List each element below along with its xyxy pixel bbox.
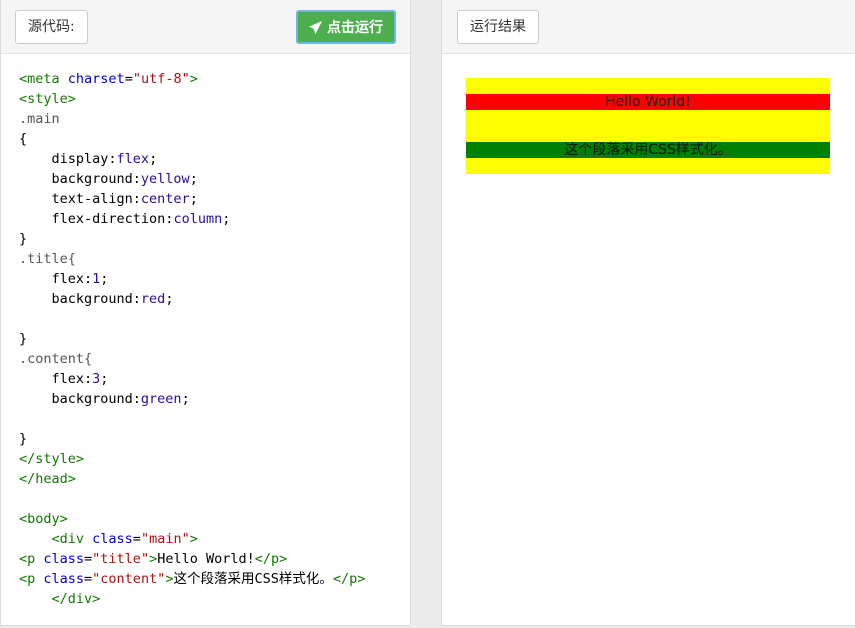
code-token: display: <box>19 151 117 167</box>
result-content-paragraph: 这个段落采用CSS样式化。 <box>466 142 830 158</box>
paper-plane-icon <box>309 20 322 34</box>
code-token: <p <box>19 571 44 587</box>
run-button-label: 点击运行 <box>327 20 383 36</box>
code-token: = <box>84 571 93 587</box>
source-code-button[interactable]: 源代码: <box>15 10 88 44</box>
code-token: = <box>124 71 133 87</box>
code-token: Hello World! <box>157 551 255 567</box>
code-token: charset <box>67 71 125 87</box>
code-token: .main <box>19 111 60 127</box>
code-token: .title{ <box>19 251 76 267</box>
code-token: } <box>19 331 28 347</box>
code-token: column <box>173 211 223 227</box>
code-token: > <box>149 551 158 567</box>
code-token: class <box>92 531 133 547</box>
code-token: <body> <box>19 511 68 527</box>
code-token: text-align: <box>19 191 141 207</box>
code-token: { <box>19 131 28 147</box>
code-token: </p> <box>332 571 366 587</box>
code-token: green <box>140 391 182 407</box>
code-token: ; <box>100 371 109 387</box>
code-token: "utf-8" <box>132 71 190 87</box>
code-token: > <box>189 531 198 547</box>
run-button[interactable]: 点击运行 <box>296 10 396 44</box>
code-token: background: <box>19 391 141 407</box>
code-token: </div> <box>19 591 101 607</box>
result-panel: 运行结果 Hello World! 这个段落采用CSS样式化。 <box>441 0 855 626</box>
code-token: > <box>189 71 198 87</box>
result-title-paragraph: Hello World! <box>466 94 830 110</box>
source-panel: 源代码: 点击运行 <meta charset="utf-8"> <style>… <box>0 0 411 626</box>
code-token: ; <box>222 211 231 227</box>
code-token: center <box>140 191 190 207</box>
source-panel-header: 源代码: 点击运行 <box>1 0 410 54</box>
code-token: ; <box>189 171 198 187</box>
code-token: background: <box>19 291 141 307</box>
code-token: .content{ <box>19 351 93 367</box>
code-token: ; <box>165 291 174 307</box>
code-token: ; <box>100 271 109 287</box>
code-token: <p <box>19 551 44 567</box>
code-token: "content" <box>92 571 166 587</box>
code-token: flex: <box>19 371 93 387</box>
code-token: </head> <box>19 471 76 487</box>
code-token: <div <box>19 531 93 547</box>
code-token: } <box>19 231 28 247</box>
result-label-button[interactable]: 运行结果 <box>457 10 539 44</box>
code-token: class <box>43 551 85 567</box>
code-token: 这个段落采用CSS样式化。 <box>173 571 333 587</box>
code-token: </p> <box>254 551 288 567</box>
code-token: class <box>43 571 85 587</box>
code-token: </style> <box>19 451 85 467</box>
code-token: } <box>19 431 28 447</box>
code-token: flex-direction: <box>19 211 174 227</box>
code-token: ; <box>181 391 190 407</box>
code-token: = <box>84 551 93 567</box>
code-token: flex: <box>19 271 93 287</box>
code-token: yellow <box>140 171 190 187</box>
code-token: ; <box>149 151 158 167</box>
code-token: = <box>132 531 141 547</box>
code-token: "title" <box>92 551 150 567</box>
code-token: red <box>140 291 166 307</box>
result-panel-header: 运行结果 <box>442 0 855 54</box>
result-main-box: Hello World! 这个段落采用CSS样式化。 <box>466 78 830 174</box>
code-token: "main" <box>140 531 190 547</box>
code-token: flex <box>116 151 150 167</box>
code-editor[interactable]: <meta charset="utf-8"> <style> .main { d… <box>19 69 365 609</box>
code-token: <meta <box>19 71 68 87</box>
code-token: background: <box>19 171 141 187</box>
code-token: <style> <box>19 91 76 107</box>
code-token: ; <box>189 191 198 207</box>
